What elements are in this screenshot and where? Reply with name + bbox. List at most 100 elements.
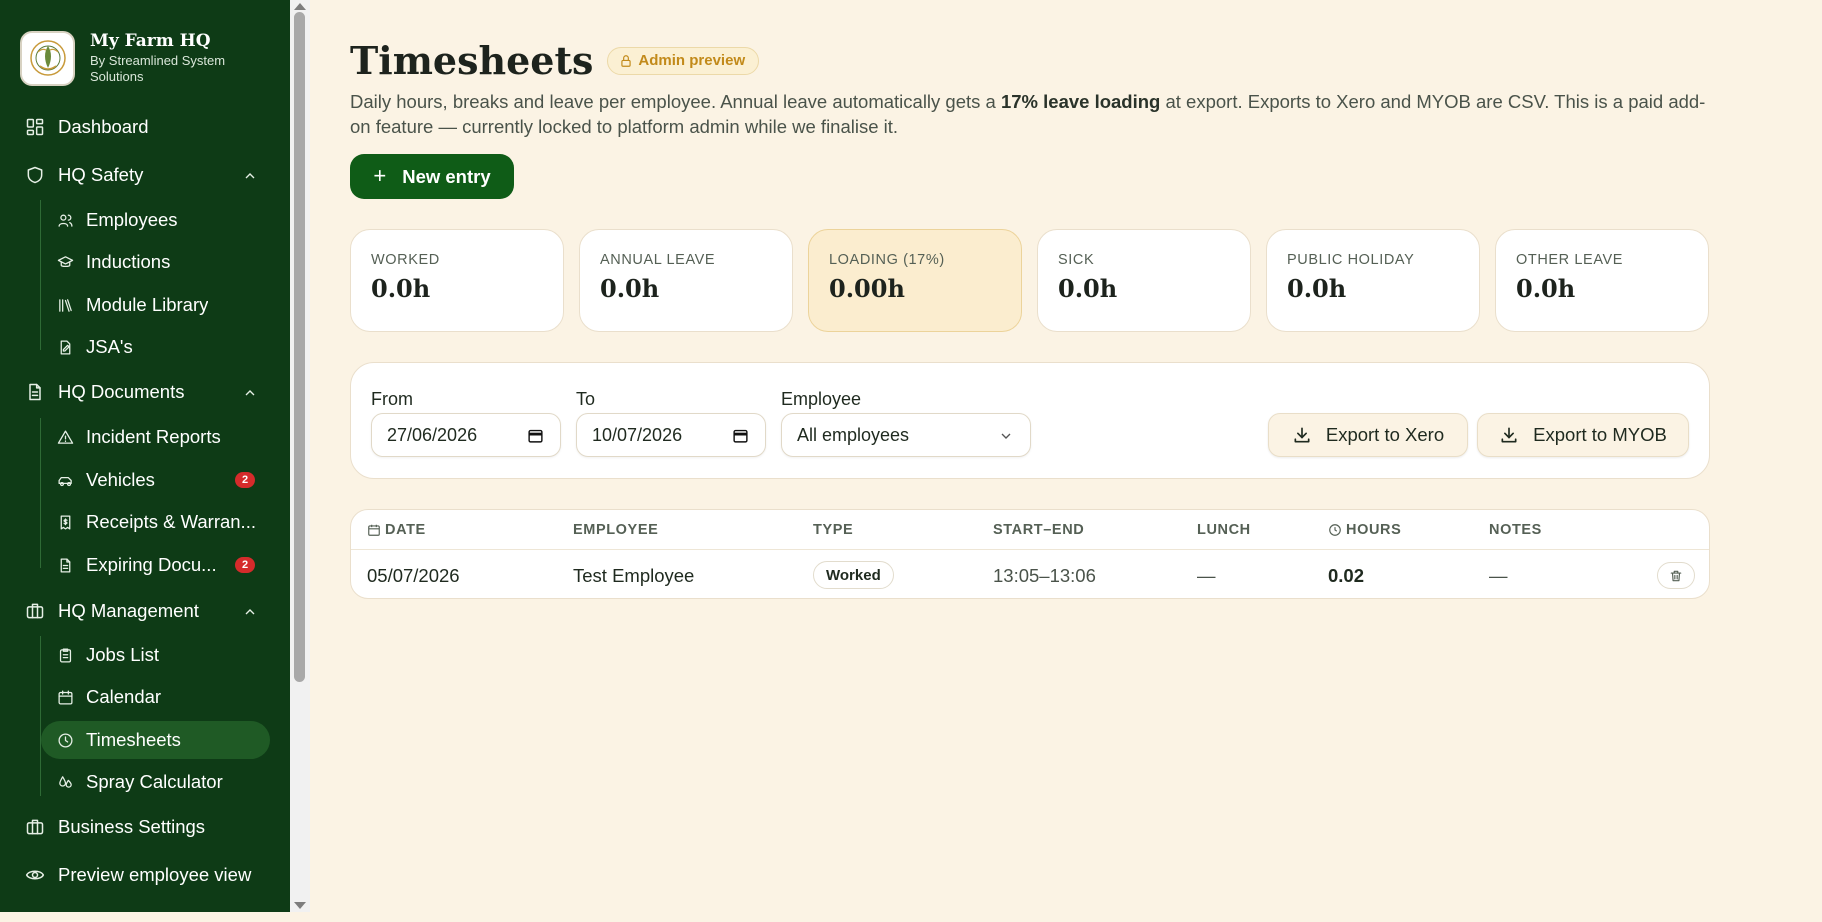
sidebar-item-module-library[interactable]: Module Library (41, 286, 270, 324)
page-description: Daily hours, breaks and leave per employ… (350, 89, 1710, 139)
stat-card-loading: LOADING (17%) 0.00h (808, 229, 1022, 332)
sidebar-item-label: Employees (86, 209, 178, 230)
export-xero-label: Export to Xero (1325, 424, 1445, 445)
stat-card-sick: SICK 0.0h (1037, 229, 1251, 332)
new-entry-button[interactable]: + New entry (350, 154, 514, 199)
column-header-type[interactable]: TYPE (813, 522, 853, 538)
export-myob-button[interactable]: Export to MYOB (1477, 413, 1689, 457)
briefcase-icon (24, 600, 46, 622)
column-header-employee[interactable]: EMPLOYEE (573, 522, 658, 538)
sidebar-item-jsas[interactable]: JSA's (41, 328, 270, 366)
nav-hq-management[interactable]: HQ Management (24, 595, 270, 627)
column-header-label: EMPLOYEE (573, 522, 659, 538)
nav-business-settings[interactable]: Business Settings (24, 811, 270, 843)
stat-value: 0.0h (371, 274, 431, 303)
timesheets-table: DATE EMPLOYEE TYPE START–END LUNCH HOURS… (350, 509, 1710, 599)
sidebar-item-label: Calendar (86, 686, 162, 707)
to-date-value: 10/07/2026 (592, 424, 683, 445)
nav-dashboard[interactable]: Dashboard (24, 111, 270, 143)
sidebar-item-vehicles[interactable]: Vehicles 2 (41, 461, 270, 499)
nav-business-settings-label: Business Settings (58, 816, 206, 837)
cell-date: 05/07/2026 (367, 565, 460, 586)
sidebar-item-label: Incident Reports (86, 426, 221, 447)
chevron-up-icon[interactable] (242, 167, 258, 183)
nav-preview-employee-view-label: Preview employee view (58, 864, 252, 885)
stat-label: OTHER LEAVE (1516, 252, 1624, 268)
employee-select[interactable]: All employees (781, 413, 1031, 457)
sidebar-item-jobs-list[interactable]: Jobs List (41, 636, 270, 674)
stat-card-worked: WORKED 0.0h (350, 229, 564, 332)
sidebar: My Farm HQ By Streamlined System Solutio… (0, 0, 290, 912)
column-header-hours[interactable]: HOURS (1328, 522, 1401, 538)
cell-start-end: 13:05–13:06 (993, 565, 1096, 586)
stat-card-other-leave: OTHER LEAVE 0.0h (1495, 229, 1709, 332)
from-date-input[interactable]: 27/06/2026 (371, 413, 561, 457)
column-header-start-end[interactable]: START–END (993, 522, 1084, 538)
nav-hq-safety-label: HQ Safety (58, 164, 144, 185)
to-date-input[interactable]: 10/07/2026 (576, 413, 766, 457)
stat-label: LOADING (17%) (829, 252, 945, 268)
calendar-icon (56, 688, 74, 706)
sidebar-item-label: Module Library (86, 294, 209, 315)
sidebar-item-employees[interactable]: Employees (41, 201, 270, 239)
column-header-date[interactable]: DATE (367, 522, 426, 538)
type-badge: Worked (813, 561, 894, 589)
column-header-label: NOTES (1489, 522, 1542, 538)
sidebar-item-inductions[interactable]: Inductions (41, 243, 270, 281)
column-header-label: TYPE (813, 522, 854, 538)
clock-icon (56, 731, 74, 749)
sidebar-item-label: Receipts & Warran... (86, 511, 256, 532)
scroll-thumb[interactable] (294, 12, 305, 682)
delete-button[interactable] (1657, 562, 1695, 589)
sidebar-item-incident-reports[interactable]: Incident Reports (41, 418, 270, 456)
stat-value: 0.00h (829, 274, 905, 303)
scroll-down-arrow-icon[interactable] (294, 902, 306, 909)
chevron-up-icon[interactable] (242, 603, 258, 619)
nav-hq-documents[interactable]: HQ Documents (24, 376, 270, 408)
stat-label: WORKED (371, 252, 440, 268)
nav-hq-management-label: HQ Management (58, 600, 199, 621)
sidebar-item-receipts-warranties[interactable]: Receipts & Warran... (41, 503, 270, 541)
clipboard-list-icon (56, 646, 74, 664)
sidebar-item-expiring-documents[interactable]: Expiring Docu... 2 (41, 546, 270, 584)
sidebar-item-spray-calculator[interactable]: Spray Calculator (41, 763, 270, 801)
admin-preview-badge: Admin preview (607, 46, 760, 75)
stats-row: WORKED 0.0h ANNUAL LEAVE 0.0h LOADING (1… (350, 229, 1709, 332)
stat-value: 0.0h (1287, 274, 1347, 303)
brand[interactable]: My Farm HQ By Streamlined System Solutio… (0, 0, 290, 92)
stat-label: ANNUAL LEAVE (600, 252, 716, 268)
shield-icon (24, 164, 46, 186)
sidebar-item-label: Expiring Docu... (86, 554, 217, 575)
stat-value: 0.0h (1058, 274, 1118, 303)
calendar-icon[interactable] (527, 427, 544, 444)
sidebar-item-calendar[interactable]: Calendar (41, 678, 270, 716)
admin-preview-label: Admin preview (638, 52, 746, 69)
cell-employee: Test Employee (573, 565, 695, 586)
sidebar-item-label: Inductions (86, 251, 171, 272)
dashboard-icon (24, 116, 46, 138)
cell-hours: 0.02 (1328, 565, 1365, 586)
receipt-icon (56, 513, 74, 531)
sidebar-item-label: Jobs List (86, 644, 160, 665)
description-highlight: 17% leave loading (1000, 91, 1161, 112)
cell-lunch: — (1197, 565, 1216, 586)
nav-preview-employee-view[interactable]: Preview employee view (24, 859, 270, 891)
download-icon (1501, 427, 1517, 443)
column-header-notes[interactable]: NOTES (1489, 522, 1542, 538)
scroll-up-arrow-icon[interactable] (294, 3, 306, 10)
chevron-up-icon[interactable] (242, 384, 258, 400)
brand-subtitle: By Streamlined System Solutions (90, 53, 226, 84)
sidebar-scrollbar[interactable] (290, 0, 310, 912)
column-header-lunch[interactable]: LUNCH (1197, 522, 1251, 538)
calendar-icon[interactable] (732, 427, 749, 444)
sidebar-item-timesheets[interactable]: Timesheets (41, 721, 270, 759)
calendar-icon (368, 524, 380, 536)
export-xero-button[interactable]: Export to Xero (1268, 413, 1468, 457)
nav-hq-safety[interactable]: HQ Safety (24, 159, 270, 191)
clock-icon (1329, 524, 1341, 536)
library-icon (56, 296, 74, 314)
description-text: Daily hours, breaks and leave per employ… (350, 91, 1001, 112)
from-date-value: 27/06/2026 (387, 424, 478, 445)
sidebar-item-label: Timesheets (86, 729, 181, 750)
nav-hq-documents-label: HQ Documents (58, 381, 185, 402)
